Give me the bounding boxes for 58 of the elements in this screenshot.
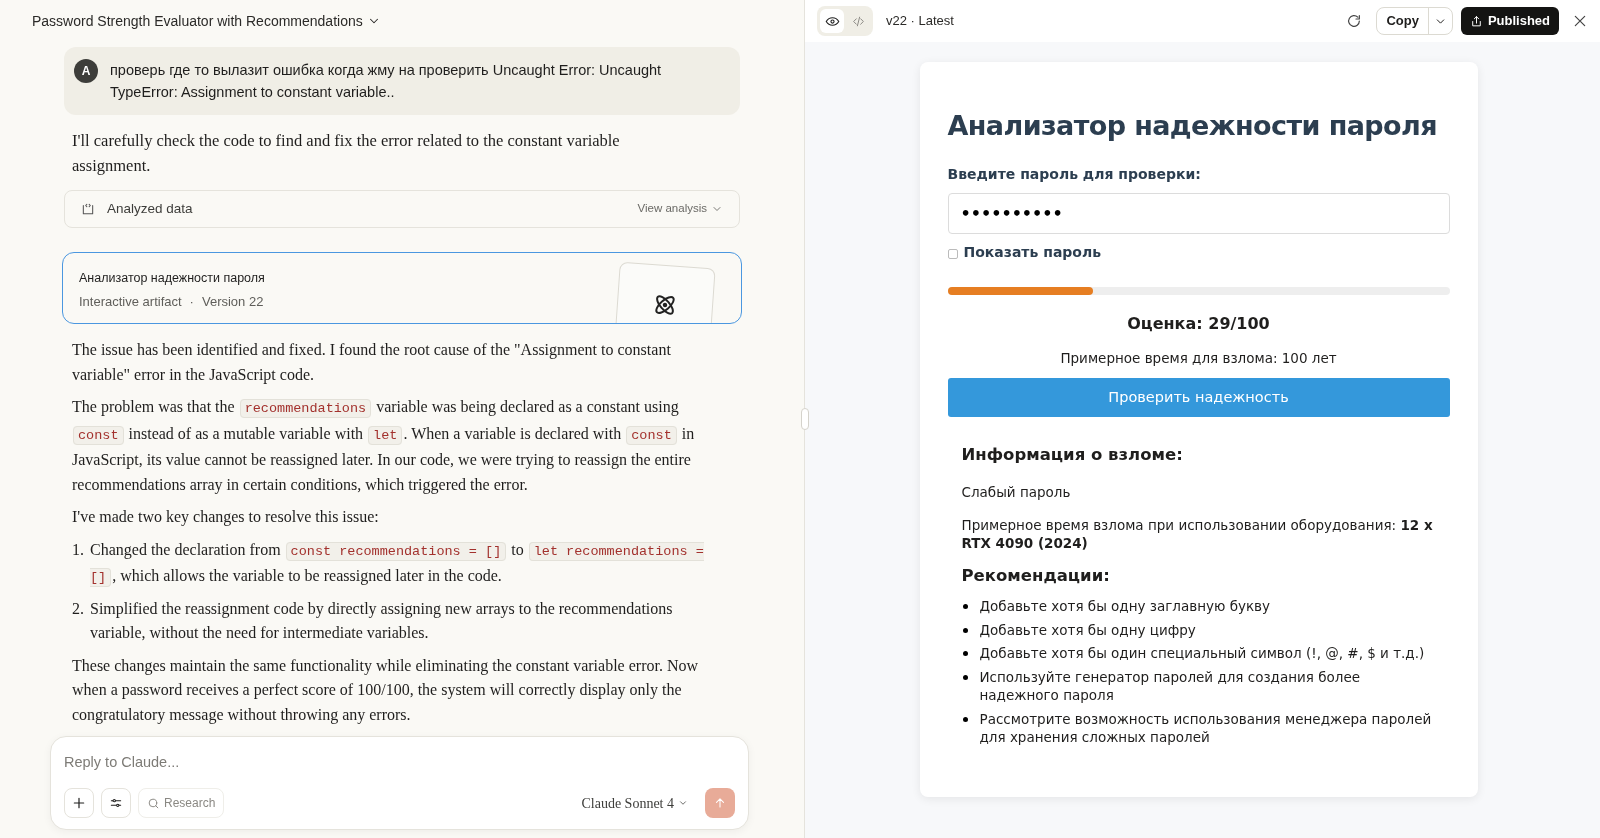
password-field[interactable]: •••••••••• [947,193,1450,234]
checkbox-label: Показать пароль [963,243,1102,262]
hardware-text: Примерное время взлома при использовании оборудования: 12 x RTX 4090 (2024) [961,516,1434,553]
close-icon [1572,13,1588,29]
score-text: Оценка: 29/100 [1126,313,1271,335]
show-password-checkbox[interactable] [947,249,958,259]
share-icon [1469,14,1483,28]
assistant-text: I've made two key changes to resolve this issue: [72,507,380,528]
artifact-version: Version 22 [201,292,264,311]
artifact-title: Анализатор надежности пароля [79,270,265,287]
plus-icon [71,795,87,811]
research-button[interactable]: Research [138,788,225,818]
artifact-card[interactable]: Анализатор надежности пароля Interactive artifact · Version 22 [62,252,742,324]
app-title: Анализатор надежности пароля [947,109,1437,143]
chevron-down-icon [678,798,688,808]
assistant-text: These changes maintain the same functionality while eliminating the constant variable error. Now when a password receives a perfect score of 100/100, the system will correctly display only the congratulatory message without throwing any errors. [72,655,700,726]
list-number: 1. [72,539,82,560]
arrow-up-icon [713,796,727,810]
sliders-icon [109,796,123,810]
version-label: v22 · Latest [886,12,954,31]
chat-title[interactable]: Password Strength Evaluator with Recommendations [32,10,381,32]
field-label: Введите пароль для проверки: [947,165,1202,184]
bullet-icon [963,627,968,633]
close-button[interactable] [1572,13,1588,29]
list-number: 2. [72,598,82,619]
recommendation-text: Добавьте хотя бы одну цифру [979,620,1196,639]
search-icon [147,796,160,810]
separator-dot: · [189,292,194,311]
artifact-type: Interactive artifact [79,292,182,311]
bullet-icon [963,674,968,680]
published-button[interactable]: Published [1460,7,1559,35]
tools-button[interactable] [101,788,131,818]
code-bracket-icon [81,202,95,216]
model-selector[interactable]: Claude Sonnet 4 [581,792,688,814]
crack-time-text: Примерное время для взлома: 100 лет [1059,349,1338,368]
list-item-text: Simplified the reassignment code by directly assigning new arrays to the recommendations variable, without the need for intermediate variables. [90,598,674,643]
analysis-toggle[interactable]: Analyzed data View analysis [64,190,740,228]
assistant-text: The problem was that the recommendations variable was being declared as a constant using const instead of as a mutable variable with let . When a variable is declared with const in JavaScript, its value cannot be reassigned later. In our code, we were trying to reassign the entire recommendations array in certain conditions, which triggered the error. [72,397,696,496]
recommendation-text: Добавьте хотя бы одну заглавную букву [979,597,1271,616]
assistant-text: The issue has been identified and fixed. I found the root cause of the "Assignment to constant variable" error in the JavaScript code. [72,340,672,386]
status-text: Слабый пароль [961,483,1072,502]
refresh-icon[interactable] [1346,13,1363,29]
bullet-icon [963,604,968,609]
recommendation-text: Используйте генератор паролей для создания более надежного пароля [979,667,1362,705]
bullet-icon [963,651,968,656]
user-message-text: проверь где то вылазит ошибка когда жму на проверить Uncaught Error: Uncaught TypeError: Assignment to constant variable.. [110,61,663,102]
avatar: A [74,59,98,83]
add-button[interactable] [64,788,94,818]
section-heading: Информация о взломе: [961,444,1184,467]
recommendation-text: Рассмотрите возможность использования менеджера паролей для хранения сложных паролей [979,709,1433,747]
code-icon [851,14,865,28]
bullet-icon [963,716,968,722]
list-item-text: Changed the declaration from const recommendations = [] to let recommendations = [] , which allows the variable to be reassigned later in the code. [90,539,705,589]
assistant-text: I'll carefully check the code to find and fix the error related to the constant variable assignment. [71,130,621,177]
section-heading: Рекомендации: [961,565,1111,588]
recommendation-text: Добавьте хотя бы один специальный символ (!, @, #, $ и т.д.) [979,644,1425,663]
reply-input[interactable]: Reply to Claude... [64,752,735,774]
preview-tab[interactable] [820,9,844,33]
